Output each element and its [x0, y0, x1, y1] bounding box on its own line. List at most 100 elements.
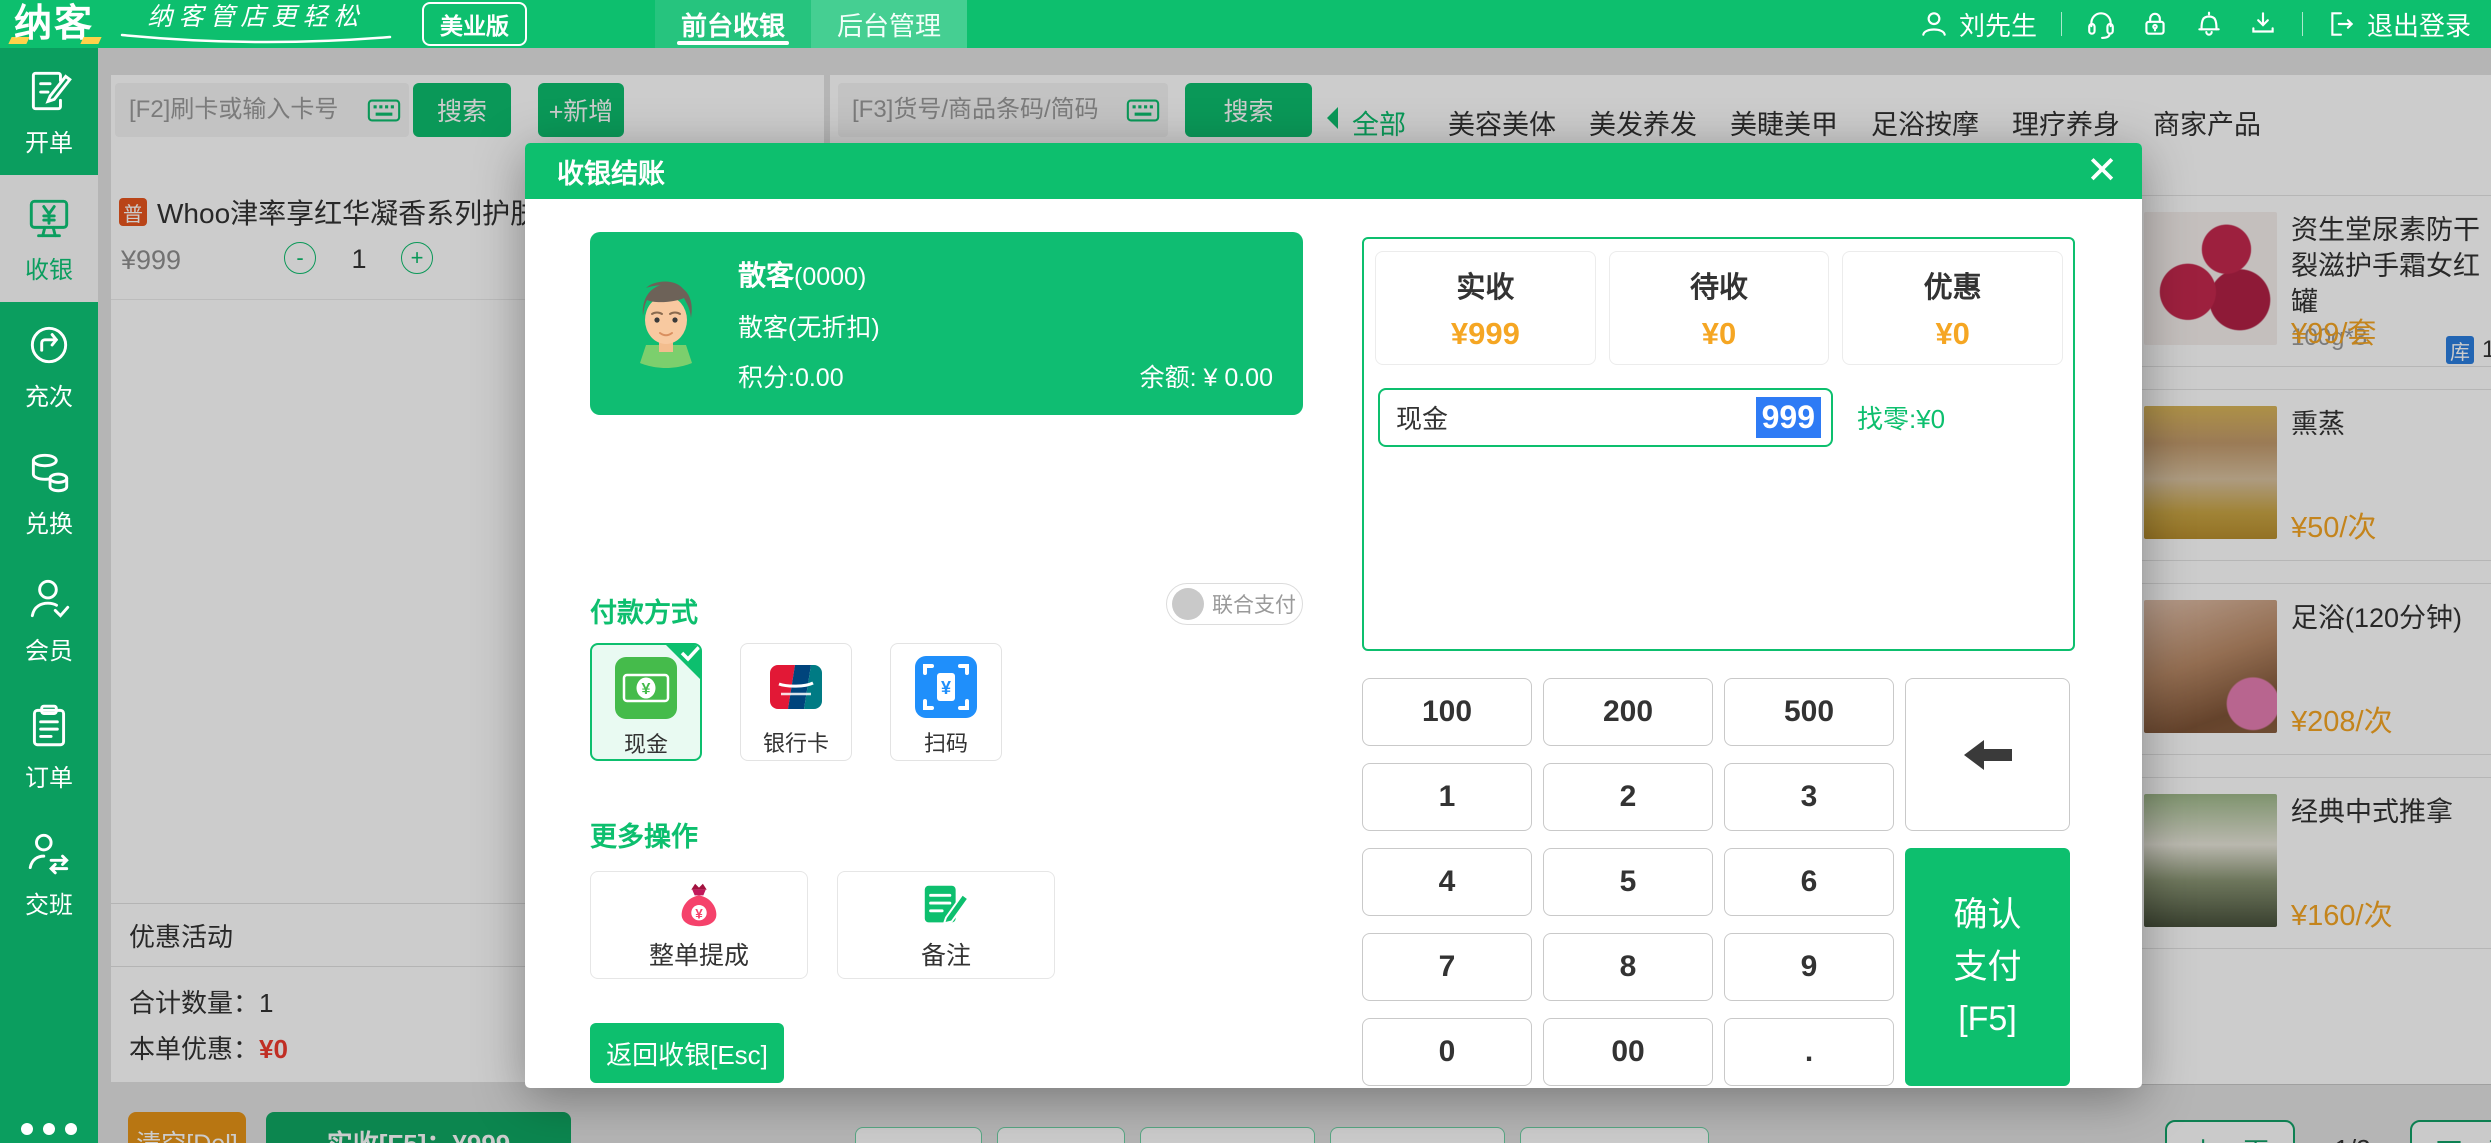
cash-amount-selected-value: 999 [1756, 397, 1821, 438]
edition-badge[interactable]: 美业版 [422, 2, 527, 46]
lock-icon[interactable] [2140, 9, 2170, 39]
logo-accent [80, 37, 101, 44]
numpad-key[interactable]: 4 [1362, 848, 1532, 916]
stat-value: ¥0 [1702, 316, 1736, 352]
numpad-key[interactable]: 8 [1543, 933, 1713, 1001]
toggle-knob [1172, 588, 1204, 620]
stat-label: 实收 [1456, 264, 1514, 306]
more-operations: ¥ 整单提成 备注 [590, 871, 1055, 979]
backspace-key[interactable] [1905, 678, 2070, 831]
numpad-key[interactable]: 2 [1543, 763, 1713, 831]
divider [2302, 12, 2303, 36]
stat-value: ¥0 [1935, 316, 1969, 352]
numpad-key[interactable]: 7 [1362, 933, 1532, 1001]
svg-text:¥: ¥ [642, 681, 651, 698]
logout-icon [2327, 9, 2357, 39]
selected-check-icon [665, 644, 701, 680]
svg-text:¥: ¥ [695, 907, 703, 922]
sidebar-item-open-bill[interactable]: 开单 [0, 48, 98, 175]
headset-icon[interactable] [2086, 9, 2116, 39]
svg-text:¥: ¥ [941, 678, 951, 698]
repeat-icon [24, 320, 74, 370]
coins-icon [24, 447, 74, 497]
download-icon[interactable] [2248, 9, 2278, 39]
back-to-cashier-button[interactable]: 返回收银[Esc] [590, 1023, 784, 1083]
sidebar-item-members[interactable]: 会员 [0, 556, 98, 683]
payment-method-cash[interactable]: ¥ 现金 [590, 643, 702, 761]
brand-slogan: 纳客管店更轻松 [116, 2, 396, 46]
numpad-key[interactable]: . [1724, 1018, 1894, 1086]
sidebar-item-orders[interactable]: 订单 [0, 683, 98, 810]
confirm-pay-button[interactable]: 确认 支付 [F5] [1905, 848, 2070, 1086]
checkout-modal: 收银结账 ✕ 散客(0000) 散客(无折扣) [525, 143, 2142, 1088]
customer-name-line: 散客(0000) [738, 254, 1273, 294]
summary-stat-card: 待收 ¥0 [1609, 251, 1830, 365]
user-name: 刘先生 [1959, 6, 2037, 43]
sidebar-item-cashier[interactable]: 收银 [0, 175, 98, 302]
slogan-underline-swoosh [116, 32, 396, 46]
money-bag-icon: ¥ [672, 878, 726, 932]
numpad: 确认 支付 [F5] 100 200 500 1 2 3 4 5 6 [1362, 678, 2070, 1086]
payment-methods: ¥ 现金 [590, 643, 1002, 761]
sidebar-item-recharge-times[interactable]: 充次 [0, 302, 98, 429]
payment-summary-box: 实收 ¥999 待收 ¥0 优惠 ¥0 现金 [1362, 237, 2075, 651]
cash-amount-input[interactable]: 现金 999 [1378, 388, 1833, 447]
close-icon[interactable]: ✕ [2086, 152, 2118, 190]
numpad-key[interactable]: 5 [1543, 848, 1713, 916]
unionpay-card-icon [765, 656, 827, 718]
customer-avatar [616, 272, 716, 376]
user-icon [1919, 9, 1949, 39]
numpad-key[interactable]: 500 [1724, 678, 1894, 746]
member-icon [24, 574, 74, 624]
logout-button[interactable]: 退出登录 [2327, 6, 2471, 43]
topbar: 纳客 纳客管店更轻松 美业版 前台收银 后台管理 [0, 0, 2491, 48]
customer-type: 散客(无折扣) [738, 308, 1273, 344]
numpad-key[interactable]: 200 [1543, 678, 1713, 746]
pos-app: 纳客 纳客管店更轻松 美业版 前台收银 后台管理 [0, 0, 2491, 1143]
payment-method-heading: 付款方式 [590, 591, 698, 630]
numpad-key[interactable]: 9 [1724, 933, 1894, 1001]
shift-change-icon [24, 828, 74, 878]
backspace-arrow-icon [1960, 738, 2016, 772]
modal-header: 收银结账 ✕ [525, 143, 2142, 199]
payment-method-bank-card[interactable]: 银行卡 [740, 643, 852, 761]
more-operations-heading: 更多操作 [590, 815, 698, 854]
divider [2061, 12, 2062, 36]
stat-label: 优惠 [1924, 264, 1982, 306]
whole-order-commission-button[interactable]: ¥ 整单提成 [590, 871, 808, 979]
cash-register-icon [24, 193, 74, 243]
summary-stat-card: 优惠 ¥0 [1842, 251, 2063, 365]
stat-value: ¥999 [1451, 316, 1520, 352]
note-button[interactable]: 备注 [837, 871, 1055, 979]
customer-points: 积分:0.00 [738, 358, 844, 394]
brand-logo: 纳客 [14, 2, 94, 46]
order-clipboard-icon [24, 701, 74, 751]
tab-back-management[interactable]: 后台管理 [811, 0, 967, 48]
change-due: 找零:¥0 [1857, 399, 1945, 436]
bell-icon[interactable] [2194, 9, 2224, 39]
sidebar-item-exchange[interactable]: 兑换 [0, 429, 98, 556]
sidebar-item-shift-change[interactable]: 交班 [0, 810, 98, 937]
numpad-key[interactable]: 00 [1543, 1018, 1713, 1086]
active-tab-underline [677, 41, 789, 45]
payment-method-scan[interactable]: ¥ 扫码 [890, 643, 1002, 761]
customer-balance: 余额: ¥ 0.00 [1140, 358, 1273, 394]
note-pen-icon [919, 878, 973, 932]
main-tabs: 前台收银 后台管理 [655, 0, 967, 48]
more-menu-dots[interactable] [0, 1123, 98, 1143]
sidebar: 开单 收银 充次 [0, 48, 98, 1143]
numpad-key[interactable]: 100 [1362, 678, 1532, 746]
scan-pay-icon: ¥ [915, 656, 977, 718]
numpad-key[interactable]: 3 [1724, 763, 1894, 831]
tab-front-cashier[interactable]: 前台收银 [655, 0, 811, 48]
customer-card: 散客(0000) 散客(无折扣) 积分:0.00 余额: ¥ 0.00 [590, 232, 1303, 415]
user-info[interactable]: 刘先生 [1919, 6, 2037, 43]
numpad-key[interactable]: 1 [1362, 763, 1532, 831]
numpad-key[interactable]: 6 [1724, 848, 1894, 916]
union-pay-toggle[interactable]: 联合支付 [1166, 583, 1303, 625]
bill-edit-icon [24, 66, 74, 116]
numpad-key[interactable]: 0 [1362, 1018, 1532, 1086]
modal-title: 收银结账 [557, 152, 665, 191]
topbar-right: 刘先生 [1919, 6, 2471, 43]
summary-stat-card: 实收 ¥999 [1375, 251, 1596, 365]
